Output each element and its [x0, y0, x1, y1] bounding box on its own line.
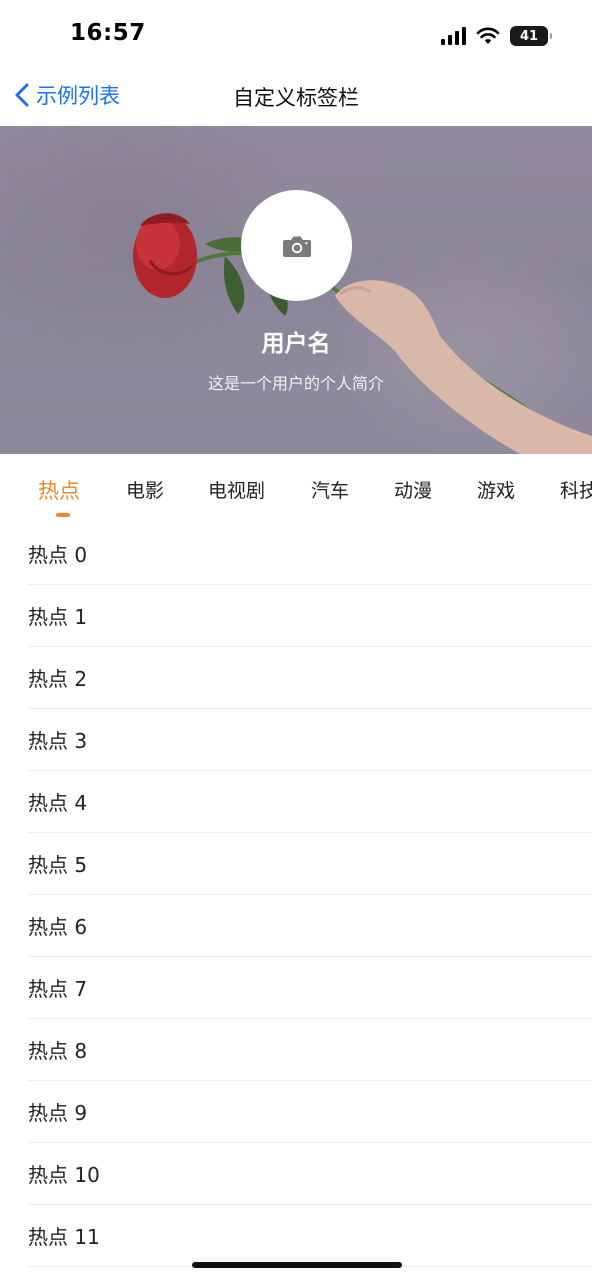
list-item[interactable]: 热点 7: [28, 957, 592, 1019]
list-item-label: 热点 3: [28, 729, 88, 753]
list-item[interactable]: 热点 6: [28, 895, 592, 957]
navigation-bar: 示例列表 自定义标签栏: [0, 66, 592, 126]
battery-icon: 41: [510, 26, 552, 46]
list-item-label: 热点 2: [28, 667, 88, 691]
battery-level: 41: [519, 28, 539, 44]
content-list: 热点 0 热点 1 热点 2 热点 3 热点 4 热点 5 热点 6 热点 7 …: [0, 523, 592, 1267]
active-tab-indicator: [56, 513, 70, 517]
list-item-label: 热点 8: [28, 1039, 88, 1063]
list-item-label: 热点 7: [28, 977, 88, 1001]
list-item-label: 热点 11: [28, 1225, 100, 1249]
list-item[interactable]: 热点 3: [28, 709, 592, 771]
list-item[interactable]: 热点 0: [28, 523, 592, 585]
status-icons: 41: [441, 24, 552, 48]
page-title: 自定义标签栏: [233, 86, 359, 110]
list-item[interactable]: 热点 9: [28, 1081, 592, 1143]
tab-cars[interactable]: 汽车: [311, 476, 349, 503]
list-item-label: 热点 0: [28, 543, 88, 567]
list-item-label: 热点 9: [28, 1101, 88, 1125]
list-item-label: 热点 4: [28, 791, 88, 815]
list-item[interactable]: 热点 2: [28, 647, 592, 709]
list-item[interactable]: 热点 8: [28, 1019, 592, 1081]
home-indicator[interactable]: [192, 1262, 402, 1268]
list-item[interactable]: 热点 10: [28, 1143, 592, 1205]
category-tab-bar: 热点 电影 电视剧 汽车 动漫 游戏 科技: [0, 454, 592, 524]
tab-anime[interactable]: 动漫: [394, 476, 432, 503]
camera-icon: [282, 236, 311, 257]
list-item[interactable]: 热点 11: [28, 1205, 592, 1267]
user-bio: 这是一个用户的个人简介: [207, 374, 384, 393]
cellular-signal-icon: [441, 27, 466, 45]
list-item-label: 热点 6: [28, 915, 88, 939]
wifi-icon: [476, 27, 500, 44]
list-item-label: 热点 10: [28, 1163, 100, 1187]
username: 用户名: [261, 331, 331, 357]
list-item[interactable]: 热点 4: [28, 771, 592, 833]
list-item[interactable]: 热点 1: [28, 585, 592, 647]
list-item-label: 热点 5: [28, 853, 88, 877]
app-screen: 16:57 41 示例列表 自定义标签栏 用户名 这是一个用户的个人简介 热点 …: [0, 0, 592, 1280]
tab-tv-series[interactable]: 电视剧: [208, 476, 265, 503]
tab-games[interactable]: 游戏: [477, 476, 515, 503]
tab-movies[interactable]: 电影: [126, 476, 164, 503]
status-time: 16:57: [70, 20, 146, 46]
list-item-label: 热点 1: [28, 605, 88, 629]
profile-header: 用户名 这是一个用户的个人简介: [0, 126, 592, 454]
list-item[interactable]: 热点 5: [28, 833, 592, 895]
status-bar: 16:57 41: [0, 0, 592, 66]
avatar-upload-button[interactable]: [241, 190, 352, 301]
tab-tech[interactable]: 科技: [560, 476, 592, 503]
tab-hot[interactable]: 热点: [38, 475, 80, 505]
